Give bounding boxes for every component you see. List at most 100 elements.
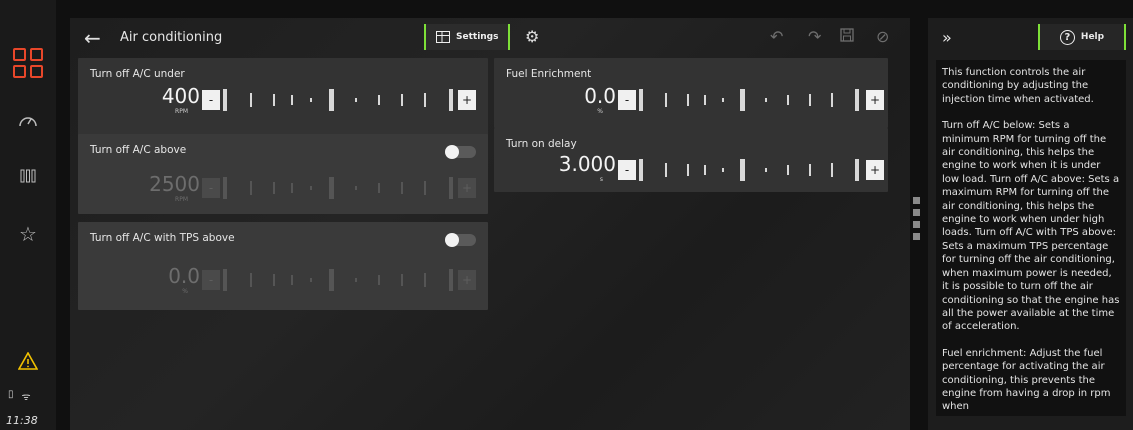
- slider-tick: [401, 274, 403, 286]
- slider-tick: [378, 95, 380, 105]
- slider-tick: [449, 177, 453, 199]
- card-fuel-enrichment: Fuel Enrichment 0.0 % - +: [494, 58, 888, 128]
- slider-tick: [665, 93, 667, 107]
- slider-tick: [291, 95, 293, 105]
- back-arrow-icon[interactable]: ←: [84, 26, 101, 50]
- help-icon: ?: [1059, 29, 1075, 45]
- value-slider[interactable]: [223, 88, 453, 112]
- slider-tick: [329, 177, 334, 199]
- side-rail: ☆ ▯ ᯤ 11:38: [0, 0, 56, 430]
- slider-tick: [401, 182, 403, 194]
- collapse-icon[interactable]: »: [942, 28, 952, 47]
- card-ac-off-tps: Turn off A/C with TPS above 0.0 % - +: [78, 222, 488, 310]
- clock: 11:38: [6, 414, 38, 427]
- card-label: Turn off A/C under: [90, 68, 185, 80]
- slider-tick: [310, 186, 312, 190]
- unit-label: s: [599, 176, 603, 183]
- bars-icon[interactable]: [0, 168, 56, 184]
- main-panel: ← Air conditioning Settings ⚙ ↶ ↷ ⊘ Turn…: [70, 18, 910, 430]
- help-paragraph: Turn off A/C below: Sets a minimum RPM f…: [942, 120, 1120, 333]
- card-label: Turn off A/C with TPS above: [90, 232, 235, 244]
- slider-tick: [355, 98, 357, 102]
- panel-resize-handle[interactable]: [913, 197, 920, 245]
- value-slider[interactable]: [223, 268, 453, 292]
- slider-tick: [424, 273, 426, 287]
- slider-tick: [355, 278, 357, 282]
- card-turn-on-delay: Turn on delay 3.000 s - +: [494, 128, 888, 192]
- slider-tick: [787, 95, 789, 105]
- slider-tick: [273, 274, 275, 286]
- help-label: Help: [1080, 32, 1105, 42]
- slider-tick: [223, 177, 227, 199]
- undo-icon[interactable]: ↶: [770, 27, 783, 46]
- slider-tick: [355, 186, 357, 190]
- top-bar: ← Air conditioning Settings ⚙ ↶ ↷ ⊘: [70, 18, 910, 56]
- slider-tick: [250, 181, 252, 195]
- apps-grid-icon[interactable]: [0, 48, 56, 78]
- warning-icon[interactable]: [0, 352, 56, 370]
- slider-tick: [424, 181, 426, 195]
- decrement-button[interactable]: -: [618, 90, 636, 110]
- gear-icon[interactable]: ⚙: [525, 27, 539, 46]
- increment-button[interactable]: +: [866, 160, 884, 180]
- slider-tick: [273, 182, 275, 194]
- increment-button[interactable]: +: [458, 178, 476, 198]
- cancel-icon[interactable]: ⊘: [876, 27, 889, 46]
- slider-tick: [291, 183, 293, 193]
- unit-label: %: [597, 108, 603, 115]
- redo-icon[interactable]: ↷: [808, 27, 821, 46]
- slider-tick: [809, 94, 811, 106]
- slider-tick: [639, 159, 643, 181]
- slider-tick: [831, 163, 833, 177]
- increment-button[interactable]: +: [458, 90, 476, 110]
- value-display: 3.000: [558, 152, 616, 176]
- enable-toggle[interactable]: [445, 233, 476, 247]
- slider-tick: [704, 165, 706, 175]
- increment-button[interactable]: +: [458, 270, 476, 290]
- value-slider[interactable]: [639, 158, 859, 182]
- enable-toggle[interactable]: [445, 145, 476, 159]
- value-display: 0.0: [584, 84, 616, 108]
- save-icon[interactable]: [840, 27, 854, 46]
- value-slider[interactable]: [639, 88, 859, 112]
- settings-button[interactable]: Settings: [424, 24, 511, 50]
- star-icon[interactable]: ☆: [0, 222, 56, 246]
- slider-tick: [831, 93, 833, 107]
- gauge-icon[interactable]: [0, 112, 56, 128]
- help-text[interactable]: This function controls the air condition…: [936, 60, 1126, 416]
- help-panel: » ? Help This function controls the air …: [928, 18, 1133, 430]
- decrement-button[interactable]: -: [202, 270, 220, 290]
- slider-tick: [787, 165, 789, 175]
- slider-tick: [449, 89, 453, 111]
- slider-tick: [855, 159, 859, 181]
- value-display: 400: [161, 84, 200, 108]
- slider-tick: [765, 168, 767, 172]
- help-button[interactable]: ? Help: [1038, 24, 1126, 50]
- slider-tick: [740, 89, 745, 111]
- slider-tick: [329, 89, 334, 111]
- decrement-button[interactable]: -: [202, 178, 220, 198]
- slider-tick: [250, 93, 252, 107]
- slider-tick: [639, 89, 643, 111]
- decrement-button[interactable]: -: [618, 160, 636, 180]
- decrement-button[interactable]: -: [202, 90, 220, 110]
- unit-label: RPM: [175, 108, 188, 115]
- value-slider[interactable]: [223, 176, 453, 200]
- table-icon: [436, 31, 450, 43]
- slider-tick: [310, 278, 312, 282]
- slider-tick: [378, 275, 380, 285]
- slider-tick: [223, 89, 227, 111]
- unit-label: RPM: [175, 196, 188, 203]
- help-paragraph: This function controls the air condition…: [942, 67, 1094, 105]
- slider-tick: [223, 269, 227, 291]
- page-title: Air conditioning: [120, 30, 223, 45]
- slider-tick: [704, 95, 706, 105]
- wifi-icon: ᯤ: [21, 392, 31, 403]
- slider-tick: [687, 94, 689, 106]
- card-label: Turn on delay: [506, 138, 577, 150]
- slider-tick: [740, 159, 745, 181]
- increment-button[interactable]: +: [866, 90, 884, 110]
- slider-tick: [687, 164, 689, 176]
- card-label: Turn off A/C above: [90, 144, 187, 156]
- battery-icon: ▯: [8, 389, 14, 400]
